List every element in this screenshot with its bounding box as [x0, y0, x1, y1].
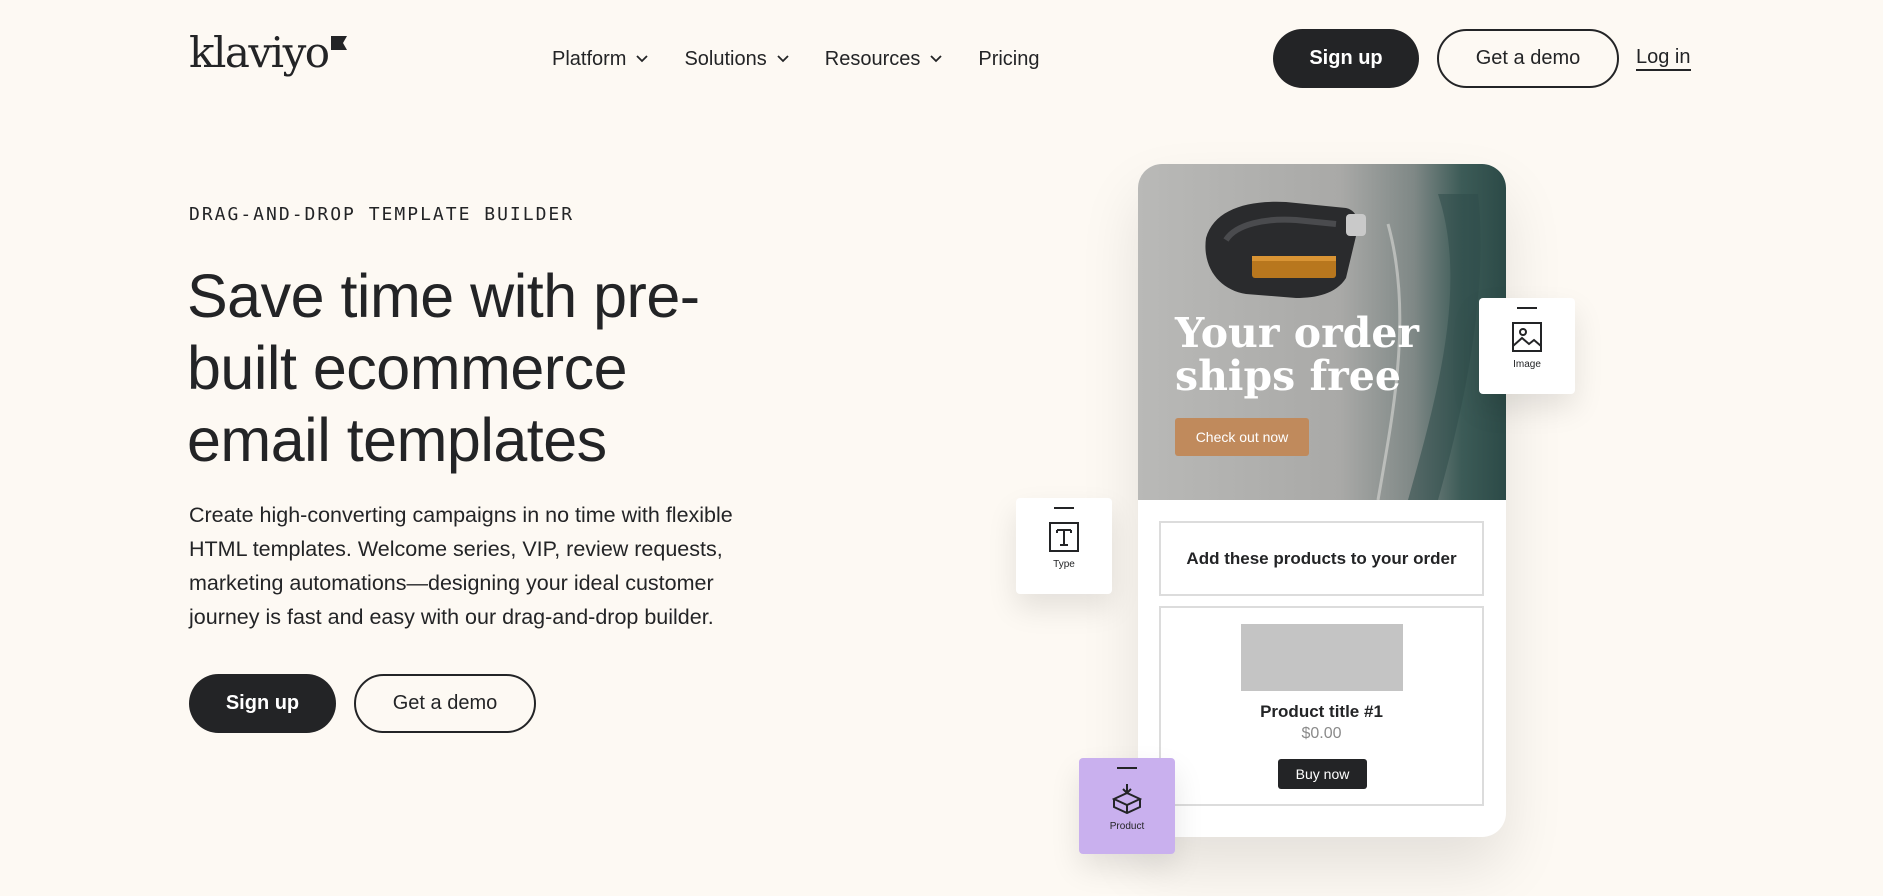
login-link[interactable]: Log in: [1636, 45, 1691, 71]
site-header: klaviyo Platform Solutions Resources Pri…: [0, 0, 1883, 118]
drag-handle[interactable]: [1517, 307, 1537, 309]
email-product-block[interactable]: Product title #1 $0.00 Buy now: [1159, 606, 1484, 806]
hero-headline: Save time with pre-built ecommerce email…: [187, 262, 700, 474]
tile-label: Image: [1513, 359, 1541, 370]
nav-item-platform[interactable]: Platform: [552, 44, 649, 74]
klaviyo-logo[interactable]: klaviyo: [189, 28, 347, 78]
header-demo-button[interactable]: Get a demo: [1437, 29, 1619, 88]
nav-item-label: Solutions: [684, 47, 767, 70]
tile-label: Product: [1109, 821, 1145, 832]
nav-item-label: Pricing: [978, 47, 1040, 70]
nav-item-solutions[interactable]: Solutions: [684, 44, 789, 74]
text-type-icon: [1049, 522, 1079, 552]
product-price: $0.00: [1301, 725, 1342, 742]
drag-handle[interactable]: [1117, 767, 1137, 769]
chevron-down-icon: [930, 55, 942, 63]
hero-eyebrow: DRAG-AND-DROP TEMPLATE BUILDER: [189, 204, 575, 225]
nav-item-resources[interactable]: Resources: [825, 44, 943, 74]
header-signup-button[interactable]: Sign up: [1273, 29, 1419, 88]
email-hero-image: Your order ships free Check out now: [1138, 164, 1506, 500]
hero-signup-button[interactable]: Sign up: [189, 674, 336, 733]
drag-handle[interactable]: [1054, 507, 1074, 509]
logo-flag-icon: [330, 36, 347, 50]
hero-demo-button[interactable]: Get a demo: [354, 674, 536, 733]
nav-item-label: Platform: [552, 47, 627, 70]
email-text-block[interactable]: Add these products to your order: [1159, 521, 1484, 596]
image-block-tile[interactable]: Image: [1479, 298, 1575, 394]
email-preview-mockup: Your order ships free Check out now Add …: [1138, 164, 1506, 837]
nav-item-label: Resources: [824, 47, 921, 70]
chevron-down-icon: [777, 55, 789, 63]
tile-label: Type: [1053, 559, 1075, 570]
main-nav: Platform Solutions Resources Pricing: [552, 44, 1040, 74]
email-block-title: Add these products to your order: [1186, 548, 1457, 568]
chevron-down-icon: [636, 55, 649, 63]
hero-description: Create high-converting campaigns in no t…: [189, 503, 733, 629]
buy-now-button[interactable]: Buy now: [1278, 759, 1367, 789]
image-icon: [1512, 322, 1542, 352]
product-block-tile[interactable]: Product: [1079, 758, 1175, 854]
nav-item-pricing[interactable]: Pricing: [978, 44, 1039, 74]
product-image-placeholder: [1241, 624, 1403, 691]
email-headline: Your order ships free: [1175, 309, 1420, 400]
email-cta-button[interactable]: Check out now: [1175, 418, 1309, 456]
product-title: Product title #1: [1260, 702, 1383, 721]
product-box-icon: [1112, 784, 1142, 814]
logo-wordmark: klaviyo: [189, 28, 330, 77]
type-block-tile[interactable]: Type: [1016, 498, 1112, 594]
